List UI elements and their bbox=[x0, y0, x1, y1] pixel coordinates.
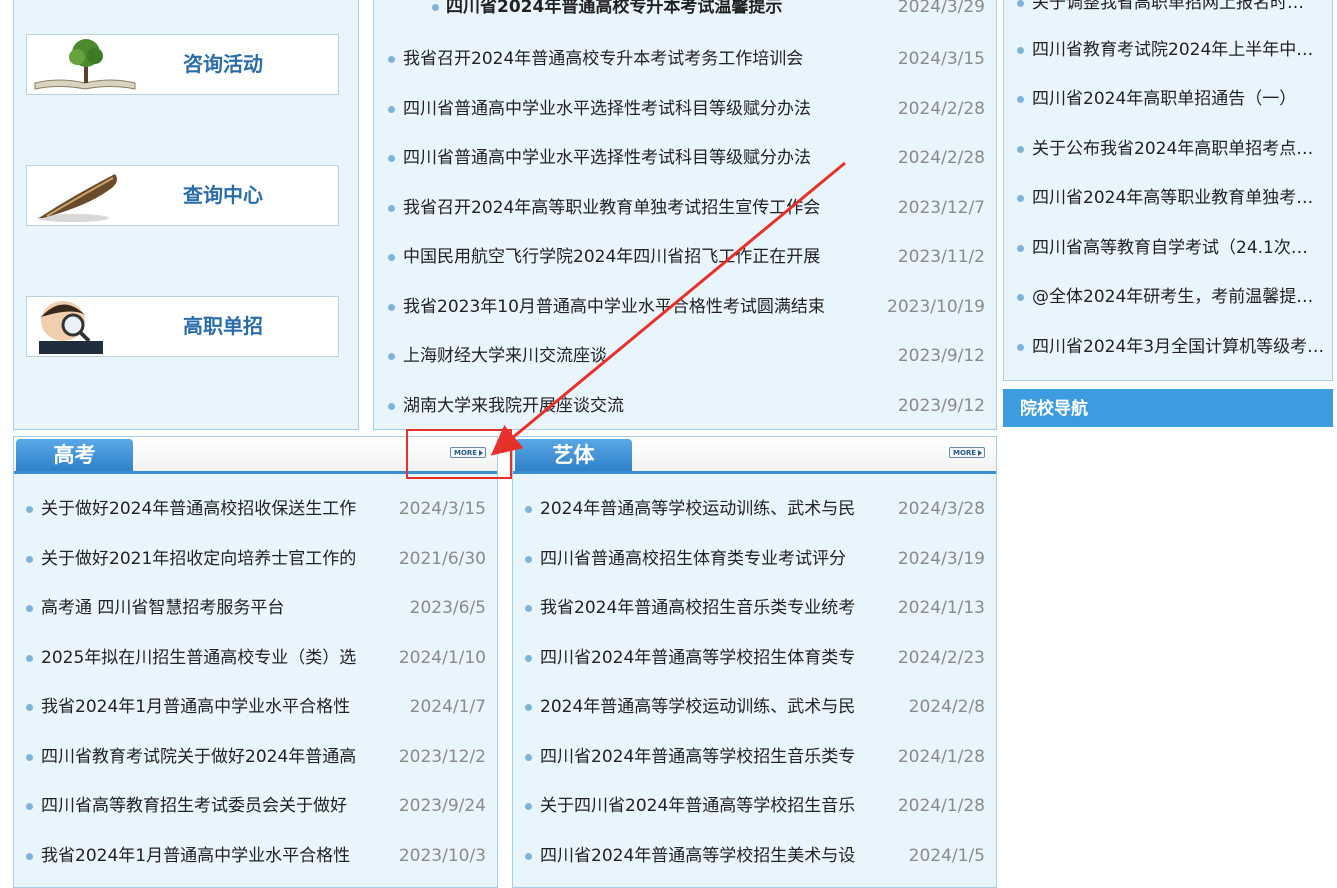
yiti-panel: 艺体 MORE 2024年普通高等学校运动训练、武术与民 2024/3/28 四川… bbox=[512, 436, 997, 888]
bullet-icon bbox=[1017, 146, 1024, 153]
bullet-icon bbox=[1017, 195, 1024, 202]
book-tree-icon bbox=[29, 37, 141, 92]
list-item[interactable]: 2025年拟在川招生普通高校专业（类）选 2024/1/10 bbox=[26, 646, 486, 670]
bullet-icon bbox=[1017, 96, 1024, 103]
bullet-icon bbox=[388, 254, 395, 261]
right-news-panel: 关于调整我省高职单招网上报名时… 四川省教育考试院2024年上半年中… 四川省2… bbox=[1003, 0, 1333, 381]
bullet-icon bbox=[525, 605, 532, 612]
quick-link-label: 高职单招 bbox=[183, 314, 263, 338]
list-item[interactable]: 2024年普通高等学校运动训练、武术与民 2024/3/28 bbox=[525, 497, 985, 521]
list-item[interactable]: 四川省普通高中学业水平选择性考试科目等级赋分办法 2024/2/28 bbox=[388, 146, 985, 170]
list-item[interactable]: 关于公布我省2024年高职单招考点… bbox=[1017, 137, 1328, 161]
list-item[interactable]: 我省2024年1月普通高中学业水平合格性 2023/10/3 bbox=[26, 844, 486, 868]
bullet-icon bbox=[525, 506, 532, 513]
bullet-icon bbox=[1017, 0, 1024, 7]
magnifier-child-icon bbox=[29, 299, 141, 354]
bullet-icon bbox=[388, 205, 395, 212]
bullet-icon bbox=[26, 704, 33, 711]
list-item[interactable]: 四川省2024年3月全国计算机等级考… bbox=[1017, 335, 1328, 359]
list-item[interactable]: 四川省教育考试院2024年上半年中… bbox=[1017, 38, 1328, 62]
list-item[interactable]: 四川省2024年普通高等学校招生音乐类专 2024/1/28 bbox=[525, 745, 985, 769]
list-item[interactable]: 四川省普通高校招生体育类专业考试评分 2024/3/19 bbox=[525, 547, 985, 571]
bullet-icon bbox=[1017, 294, 1024, 301]
gaokao-panel: 高考 MORE 关于做好2024年普通高校招收保送生工作 2024/3/15 关于… bbox=[13, 436, 498, 888]
list-item[interactable]: 我省2024年1月普通高中学业水平合格性 2024/1/7 bbox=[26, 695, 486, 719]
quill-pen-icon bbox=[29, 168, 141, 223]
school-nav-header[interactable]: 院校导航 bbox=[1003, 389, 1333, 427]
yiti-news-list: 2024年普通高等学校运动训练、武术与民 2024/3/28 四川省普通高校招生体… bbox=[525, 437, 985, 887]
center-news-list: 我省召开2024年普通高校专升本考试考务工作培训会 2024/3/15 四川省普通… bbox=[388, 0, 985, 429]
bullet-icon bbox=[26, 754, 33, 761]
bullet-icon bbox=[525, 704, 532, 711]
list-item[interactable]: 四川省高等教育自学考试（24.1次… bbox=[1017, 236, 1328, 260]
bullet-icon bbox=[388, 304, 395, 311]
bullet-icon bbox=[26, 853, 33, 860]
list-item[interactable]: 关于做好2024年普通高校招收保送生工作 2024/3/15 bbox=[26, 497, 486, 521]
list-item[interactable]: 中国民用航空飞行学院2024年四川省招飞工作正在开展 2023/11/2 bbox=[388, 245, 985, 269]
list-item[interactable]: 高考通 四川省智慧招考服务平台 2023/6/5 bbox=[26, 596, 486, 620]
bullet-icon bbox=[388, 56, 395, 63]
bullet-icon bbox=[26, 605, 33, 612]
list-item[interactable]: 关于调整我省高职单招网上报名时… bbox=[1017, 0, 1328, 15]
list-item[interactable]: 关于做好2021年招收定向培养士官工作的 2021/6/30 bbox=[26, 547, 486, 571]
bullet-icon bbox=[26, 655, 33, 662]
bullet-icon bbox=[525, 556, 532, 563]
quick-link-label: 咨询活动 bbox=[183, 52, 263, 76]
quick-link-label: 查询中心 bbox=[183, 183, 263, 207]
bullet-icon bbox=[26, 506, 33, 513]
bullet-icon bbox=[388, 106, 395, 113]
quick-link-query[interactable]: 查询中心 bbox=[26, 165, 339, 226]
quick-link-consult[interactable]: 咨询活动 bbox=[26, 34, 339, 95]
list-item[interactable]: 上海财经大学来川交流座谈 2023/9/12 bbox=[388, 344, 985, 368]
bullet-icon bbox=[388, 403, 395, 410]
bullet-icon bbox=[525, 853, 532, 860]
gaokao-news-list: 关于做好2024年普通高校招收保送生工作 2024/3/15 关于做好2021年招… bbox=[26, 437, 486, 887]
list-item[interactable]: 我省召开2024年普通高校专升本考试考务工作培训会 2024/3/15 bbox=[388, 47, 985, 71]
right-news-list: 关于调整我省高职单招网上报名时… 四川省教育考试院2024年上半年中… 四川省2… bbox=[1017, 0, 1328, 380]
quick-link-vocational[interactable]: 高职单招 bbox=[26, 296, 339, 357]
list-item[interactable]: 我省2024年普通高校招生音乐类专业统考 2024/1/13 bbox=[525, 596, 985, 620]
bullet-icon bbox=[388, 155, 395, 162]
bullet-icon bbox=[1017, 344, 1024, 351]
list-item[interactable]: 四川省普通高中学业水平选择性考试科目等级赋分办法 2024/2/28 bbox=[388, 97, 985, 121]
list-item[interactable]: 2024年普通高等学校运动训练、武术与民 2024/2/8 bbox=[525, 695, 985, 719]
bullet-icon bbox=[26, 803, 33, 810]
bullet-icon bbox=[525, 754, 532, 761]
list-item[interactable]: 四川省2024年普通高等学校招生体育类专 2024/2/23 bbox=[525, 646, 985, 670]
bullet-icon bbox=[1017, 245, 1024, 252]
bullet-icon bbox=[388, 353, 395, 360]
list-item[interactable]: 湖南大学来我院开展座谈交流 2023/9/12 bbox=[388, 394, 985, 418]
center-news-panel: 四川省2024年普通高校专升本考试温馨提示 2024/3/29 我省召开2024… bbox=[373, 0, 997, 430]
list-item[interactable]: 四川省2024年普通高等学校招生美术与设 2024/1/5 bbox=[525, 844, 985, 868]
list-item[interactable]: @全体2024年研考生，考前温馨提… bbox=[1017, 285, 1328, 309]
bullet-icon bbox=[525, 803, 532, 810]
list-item[interactable]: 四川省高等教育招生考试委员会关于做好 2023/9/24 bbox=[26, 794, 486, 818]
bullet-icon bbox=[525, 655, 532, 662]
list-item[interactable]: 我省召开2024年高等职业教育单独考试招生宣传工作会 2023/12/7 bbox=[388, 196, 985, 220]
list-item[interactable]: 四川省教育考试院关于做好2024年普通高 2023/12/2 bbox=[26, 745, 486, 769]
bullet-icon bbox=[1017, 47, 1024, 54]
list-item[interactable]: 我省2023年10月普通高中学业水平合格性考试圆满结束 2023/10/19 bbox=[388, 295, 985, 319]
quick-links-panel: 咨询活动 查询中心 高职单招 bbox=[13, 0, 359, 430]
list-item[interactable]: 四川省2024年高等职业教育单独考… bbox=[1017, 186, 1328, 210]
list-item[interactable]: 四川省2024年高职单招通告（一） bbox=[1017, 87, 1328, 111]
list-item[interactable]: 关于四川省2024年普通高等学校招生音乐 2024/1/28 bbox=[525, 794, 985, 818]
bullet-icon bbox=[26, 556, 33, 563]
